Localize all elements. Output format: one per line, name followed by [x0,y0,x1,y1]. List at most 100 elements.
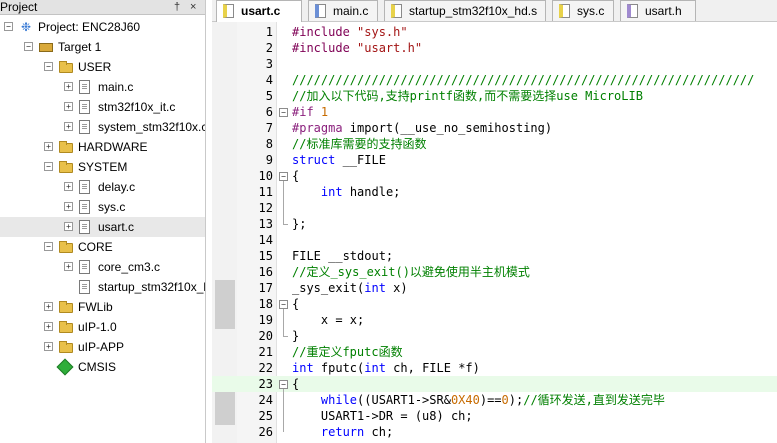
tree-item-uip-1-0[interactable]: + uIP-1.0 [0,317,205,337]
code-line[interactable]: 15 FILE __stdout; [212,248,777,264]
tree-item-hardware[interactable]: + HARDWARE [0,137,205,157]
code-token: ((USART1->SR& [357,393,451,407]
collapse-icon[interactable]: − [24,42,33,51]
code-token: ); [508,393,524,407]
code-line[interactable]: 6− #if 1 [212,104,777,120]
code-line[interactable]: 25 USART1->DR = (u8) ch; [212,408,777,424]
collapse-icon[interactable]: − [44,242,53,251]
code-token: int [292,361,314,375]
tree-item-uip-app[interactable]: + uIP-APP [0,337,205,357]
code-line[interactable]: 12 [212,200,777,216]
code-line[interactable]: 19 x = x; [212,312,777,328]
expand-icon[interactable]: + [64,262,73,271]
code-line[interactable]: 20} [212,328,777,344]
expand-icon[interactable]: + [44,322,53,331]
code-line[interactable]: 17 _sys_exit(int x) [212,280,777,296]
code-editor: usart.c main.c startup_stm32f10x_hd.s sys.c… [212,0,777,443]
collapse-icon[interactable]: − [4,22,13,31]
tree-item-label: core_cm3.c [98,260,161,274]
tree-item-core-cm3-c[interactable]: + core_cm3.c [0,257,205,277]
expand-icon[interactable]: + [64,122,73,131]
fold-toggle-icon[interactable]: − [279,172,288,181]
tree-item-target-1[interactable]: − Target 1 [0,37,205,57]
code-line[interactable]: 21 //重定义fputc函数 [212,344,777,360]
code-text: { [292,296,299,312]
code-token: } [292,329,300,343]
code-token: #include [292,41,358,55]
tree-item-user[interactable]: − USER [0,57,205,77]
collapse-icon[interactable]: − [44,62,53,71]
code-token: { [292,377,300,391]
tree-item-sys-c[interactable]: + sys.c [0,197,205,217]
tree-item-delay-c[interactable]: + delay.c [0,177,205,197]
fold-guide [283,181,284,224]
folder-icon [59,141,73,153]
expand-icon[interactable]: + [44,302,53,311]
fold-toggle-icon[interactable]: − [279,108,288,117]
file-icon [391,4,402,18]
code-line[interactable]: 3 [212,56,777,72]
code-line[interactable]: 22 int fputc(int ch, FILE *f) [212,360,777,376]
code-line[interactable]: 24 while((USART1->SR&0X40)==0);//循环发送,直到… [212,392,777,408]
code-line[interactable]: 2 #include "usart.h" [212,40,777,56]
expand-icon[interactable]: + [64,82,73,91]
project-icon: ❉ [20,20,32,34]
file-icon [559,4,570,18]
expand-icon[interactable]: + [44,342,53,351]
tree-item-label: uIP-APP [78,340,125,354]
close-icon[interactable]: × [190,0,196,15]
expand-icon[interactable]: + [64,202,73,211]
tree-item-cmsis[interactable]: CMSIS [0,357,205,377]
line-number: 20 [258,329,273,343]
code-line[interactable]: 13}; [212,216,777,232]
file-icon [223,4,234,18]
code-text: return ch; [292,424,393,440]
fold-guide [283,309,284,336]
tree-item-core[interactable]: − CORE [0,237,205,257]
code-line[interactable]: 4 ///////////////////////////////////////… [212,72,777,88]
code-token: "sys.h" [357,25,408,39]
code-token: //定义_sys_exit()以避免使用半主机模式 [292,265,530,279]
code-line[interactable]: 8 //标准库需要的支持函数 [212,136,777,152]
code-line[interactable]: 23−{ [212,376,777,392]
code-line[interactable]: 9 struct __FILE [212,152,777,168]
expand-icon[interactable]: + [44,142,53,151]
tab-startup-stm32f10x-hd-s[interactable]: startup_stm32f10x_hd.s [384,0,546,21]
code-text: int fputc(int ch, FILE *f) [292,360,480,376]
code-line[interactable]: 14 [212,232,777,248]
line-number: 24 [258,393,273,407]
tab-usart-c[interactable]: usart.c [216,0,302,22]
code-line[interactable]: 11 int handle; [212,184,777,200]
code-line[interactable]: 18−{ [212,296,777,312]
tree-item-label: stm32f10x_it.c [98,100,176,114]
code-line[interactable]: 7 #pragma import(__use_no_semihosting) [212,120,777,136]
fold-toggle-icon[interactable]: − [279,380,288,389]
tree-item-label: HARDWARE [78,140,148,154]
tab-usart-h[interactable]: usart.h [620,0,696,21]
tree-item-system-stm32f10x-c[interactable]: + system_stm32f10x.c [0,117,205,137]
project-panel-header: Project † × [0,0,205,15]
tree-item-fwlib[interactable]: + FWLib [0,297,205,317]
pin-icon[interactable]: † [174,0,180,15]
expand-icon[interactable]: + [64,222,73,231]
code-line[interactable]: 1 #include "sys.h" [212,24,777,40]
tree-item-system[interactable]: − SYSTEM [0,157,205,177]
collapse-icon[interactable]: − [44,162,53,171]
tree-item-project-enc28j60[interactable]: − ❉ Project: ENC28J60 [0,17,205,37]
code-text: } [292,328,299,344]
expand-icon[interactable]: + [64,102,73,111]
expand-icon[interactable]: + [64,182,73,191]
file-icon [79,180,90,194]
tree-item-usart-c[interactable]: + usart.c [0,217,205,237]
tree-item-stm32f10x-it-c[interactable]: + stm32f10x_it.c [0,97,205,117]
tree-item-startup-stm32f10x-h[interactable]: startup_stm32f10x_h [0,277,205,297]
code-line[interactable]: 16 //定义_sys_exit()以避免使用半主机模式 [212,264,777,280]
code-line[interactable]: 10−{ [212,168,777,184]
code-line[interactable]: 5 //加入以下代码,支持printf函数,而不需要选择use MicroLIB [212,88,777,104]
code-line[interactable]: 26 return ch; [212,424,777,440]
tab-main-c[interactable]: main.c [308,0,378,21]
tab-sys-c[interactable]: sys.c [552,0,614,21]
fold-toggle-icon[interactable]: − [279,300,288,309]
code-token: 0X40 [450,393,480,407]
tree-item-main-c[interactable]: + main.c [0,77,205,97]
